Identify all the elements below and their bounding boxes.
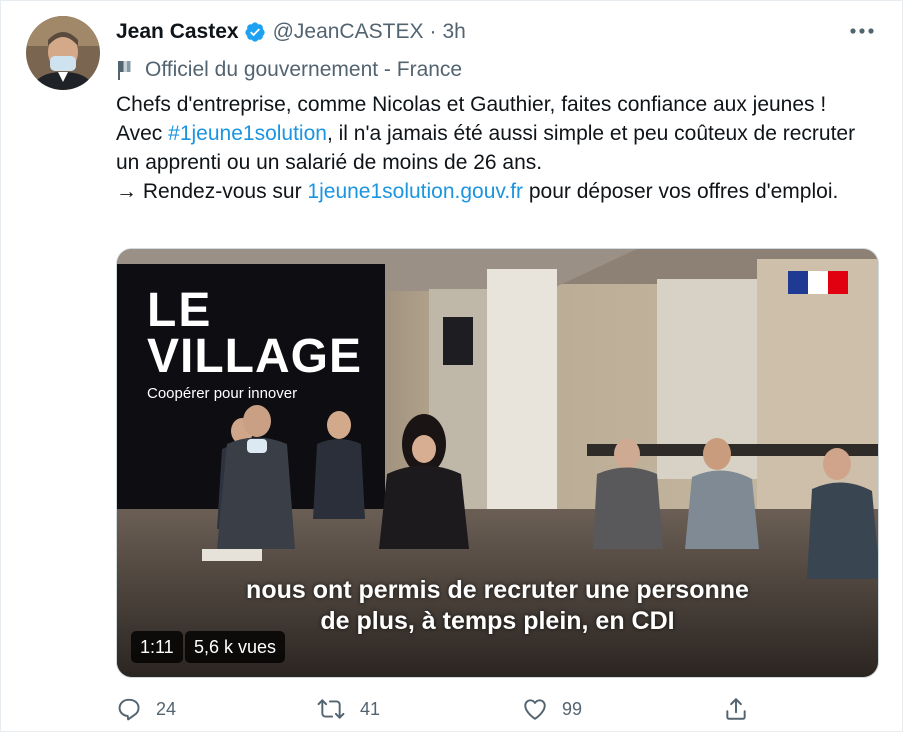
retweet-button[interactable]: 41 (316, 689, 380, 729)
sign-tagline: Coopérer pour innover (147, 385, 298, 402)
author-name[interactable]: Jean Castex (116, 20, 239, 44)
like-icon (524, 699, 546, 720)
tweet-header: Jean Castex @JeanCASTEX · 3h (116, 18, 466, 46)
share-button[interactable] (723, 689, 763, 729)
retweet-icon (317, 699, 345, 719)
avatar-image (26, 16, 100, 90)
reply-button[interactable]: 24 (116, 689, 176, 729)
tweet-line-1: Chefs d'entreprise, comme Nicolas et Gau… (116, 93, 827, 116)
retweet-count: 41 (360, 698, 381, 719)
official-label: Officiel du gouvernement - France (116, 56, 462, 84)
more-icon[interactable] (848, 19, 876, 43)
sign-line-2: VILLAGE (147, 330, 363, 383)
header-separator: · (429, 20, 437, 43)
subtitle-line-1: nous ont permis de recruter une personne (246, 576, 749, 604)
share-icon (726, 698, 746, 720)
hashtag-link[interactable]: #1jeune1solution (168, 122, 327, 145)
sign-line-1: LE (147, 284, 213, 337)
video-views-badge: 5,6 k vues (185, 631, 286, 663)
author-handle[interactable]: @JeanCASTEX (273, 20, 424, 44)
website-link[interactable]: 1jeune1solution.gouv.fr (307, 180, 523, 203)
tweet-line-2-start: Avec (116, 122, 169, 145)
tweet-card[interactable]: Jean Castex @JeanCASTEX · 3h Officiel du… (0, 0, 903, 732)
tweet-text: Chefs d'entreprise, comme Nicolas et Gau… (116, 90, 881, 206)
reply-icon (118, 698, 140, 721)
tweet-line-3: → Rendez-vous sur 1jeune1solution.gouv.f… (116, 177, 881, 206)
video-player[interactable]: LE VILLAGE Coopérer pour innover nous on… (116, 248, 879, 678)
official-label-text: Officiel du gouvernement - France (145, 58, 463, 81)
like-count: 99 (562, 698, 583, 719)
tweet-line-3-end: pour déposer vos offres d'emploi. (523, 180, 839, 203)
action-bar: 24 41 99 (1, 689, 903, 729)
village-sign: LE VILLAGE Coopérer pour innover (147, 284, 363, 403)
tweet-line-3-start: → Rendez-vous sur (116, 180, 308, 203)
like-button[interactable]: 99 (522, 689, 582, 729)
tweet-timestamp[interactable]: 3h (442, 20, 465, 44)
avatar[interactable] (26, 16, 100, 90)
video-duration-badge: 1:11 (131, 631, 183, 663)
reply-count: 24 (156, 698, 177, 719)
verified-badge-icon (244, 21, 266, 43)
tweet-line-2: Avec #1jeune1solution, il n'a jamais été… (116, 119, 881, 177)
government-flag-icon (118, 61, 131, 80)
